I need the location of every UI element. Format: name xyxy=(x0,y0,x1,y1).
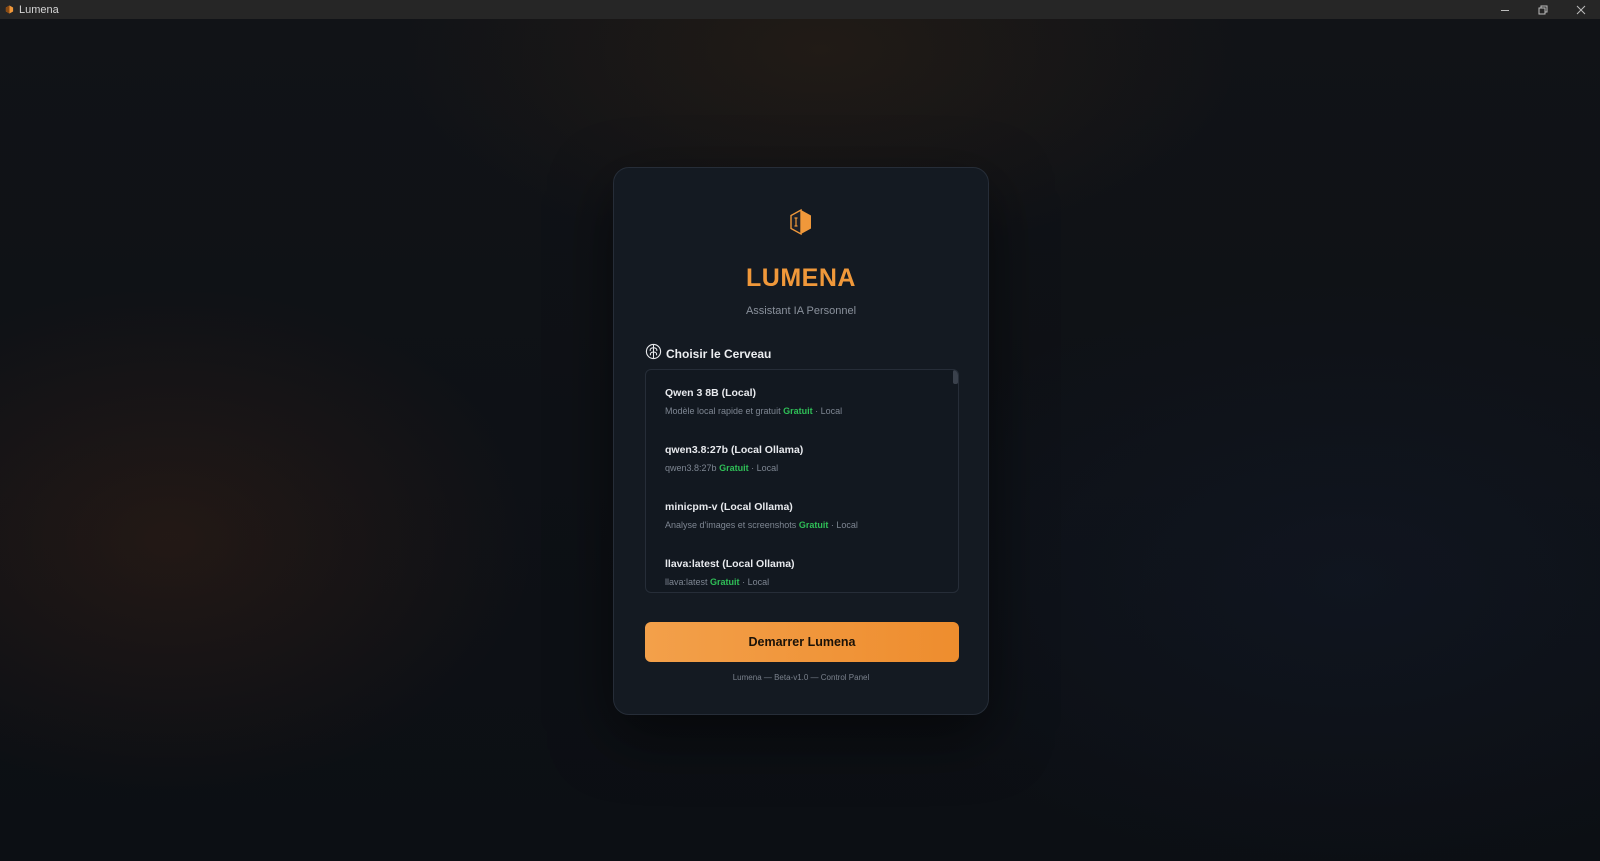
start-button[interactable]: Demarrer Lumena xyxy=(645,622,959,662)
launcher-card: LUMENA Assistant IA Personnel Choisir le… xyxy=(613,167,989,715)
model-name: minicpm-v (Local Ollama) xyxy=(665,501,793,513)
logo xyxy=(614,208,988,241)
window-title: Lumena xyxy=(19,3,59,16)
close-icon[interactable] xyxy=(1562,0,1600,19)
model-description-text: Modèle local rapide et gratuit xyxy=(665,406,781,416)
title-bar: Lumena xyxy=(0,0,1600,19)
model-price-badge: Gratuit xyxy=(710,577,740,587)
model-location: · Local xyxy=(830,520,858,530)
model-description-text: Analyse d'images et screenshots xyxy=(665,520,797,530)
scrollbar-thumb[interactable] xyxy=(953,370,958,384)
model-name: Qwen 3 8B (Local) xyxy=(665,387,757,399)
model-section-label: Choisir le Cerveau xyxy=(666,347,772,361)
model-description-text: qwen3.8:27b xyxy=(665,463,717,473)
model-name: qwen3.8:27b (Local Ollama) xyxy=(665,444,804,456)
minimize-icon[interactable] xyxy=(1486,0,1524,19)
model-option[interactable]: Qwen 3 8B (Local) Modèle local rapide et… xyxy=(665,387,945,431)
app-subtitle: Assistant IA Personnel xyxy=(745,305,857,317)
window-controls xyxy=(1486,0,1600,19)
model-price-badge: Gratuit xyxy=(783,406,813,416)
model-section-header: Choisir le Cerveau xyxy=(645,343,771,365)
model-list[interactable]: Qwen 3 8B (Local) Modèle local rapide et… xyxy=(645,369,959,593)
model-location: · Local xyxy=(742,577,770,587)
version-footer: Lumena — Beta-v1.0 — Control Panel xyxy=(732,673,870,682)
model-description-text: llava:latest xyxy=(665,577,708,587)
hexagon-logo-icon xyxy=(788,208,814,241)
restore-icon[interactable] xyxy=(1524,0,1562,19)
model-location: · Local xyxy=(751,463,779,473)
model-option[interactable]: minicpm-v (Local Ollama) Analyse d'image… xyxy=(665,501,945,545)
model-location: · Local xyxy=(815,406,843,416)
model-description: llava:latest Gratuit · Local xyxy=(665,577,945,587)
model-name: llava:latest (Local Ollama) xyxy=(665,558,795,570)
model-price-badge: Gratuit xyxy=(719,463,749,473)
model-description: Analyse d'images et screenshots Gratuit … xyxy=(665,520,945,530)
model-option[interactable]: llava:latest (Local Ollama) llava:latest… xyxy=(665,558,945,592)
model-option[interactable]: qwen3.8:27b (Local Ollama) qwen3.8:27b G… xyxy=(665,444,945,488)
model-description: Modèle local rapide et gratuit Gratuit ·… xyxy=(665,406,945,416)
model-price-badge: Gratuit xyxy=(798,520,829,530)
brain-icon xyxy=(645,343,662,365)
lumena-logo-icon xyxy=(4,5,14,15)
app-name: LUMENA xyxy=(746,264,856,292)
model-description: qwen3.8:27b Gratuit · Local xyxy=(665,463,945,473)
